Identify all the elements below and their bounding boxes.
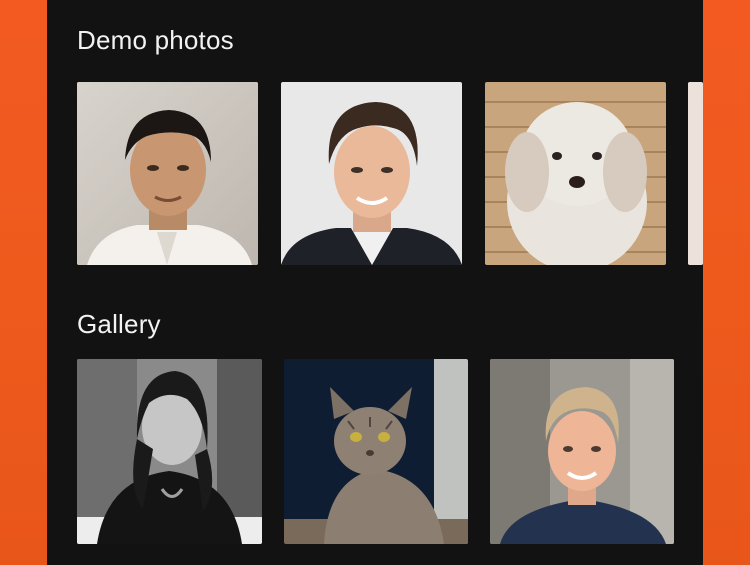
demo-photo-man-1[interactable]	[77, 82, 258, 265]
gallery-title: Gallery	[77, 309, 161, 339]
gallery-photo-young-man[interactable]	[490, 359, 674, 544]
app-screen: Demo photos Gallery	[47, 0, 703, 565]
gallery-photo-woman[interactable]	[77, 359, 262, 544]
demo-photo-dog[interactable]	[485, 82, 666, 265]
gallery-photo-cat[interactable]	[284, 359, 468, 544]
demo-photos-title: Demo photos	[77, 25, 234, 55]
demo-photo-man-2[interactable]	[281, 82, 462, 265]
demo-photo-partial[interactable]	[688, 82, 703, 265]
